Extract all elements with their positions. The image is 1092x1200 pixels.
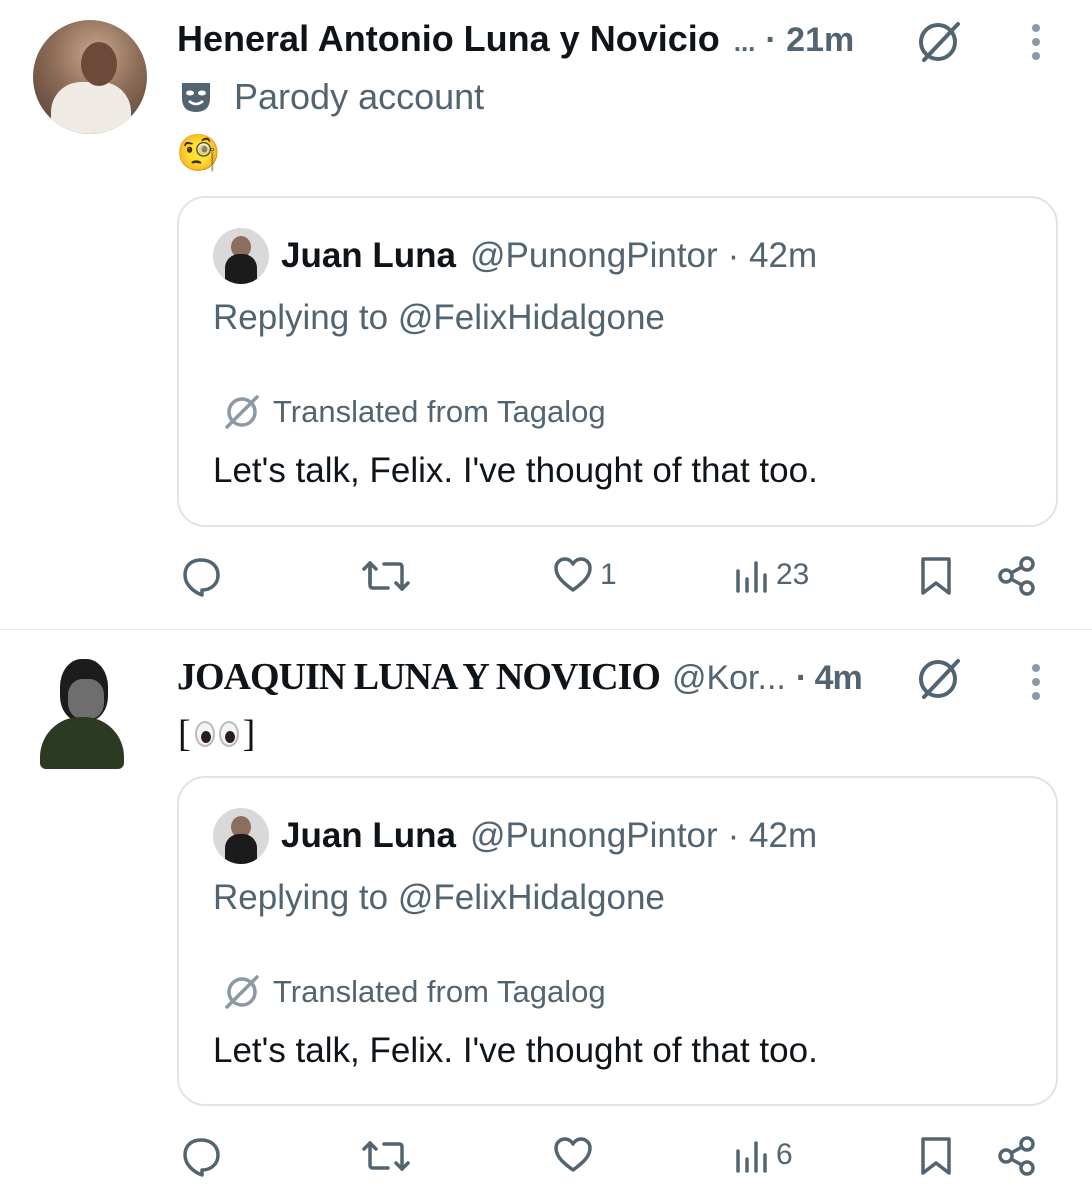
- quote-time: · 42m: [727, 816, 818, 855]
- retweet-icon: [362, 1141, 410, 1171]
- tweet-header: JOAQUIN LUNA Y NOVICIO @Kor... · 4m: [177, 655, 863, 699]
- views-icon: [736, 1141, 767, 1173]
- author-name[interactable]: JOAQUIN LUNA Y NOVICIO: [177, 655, 661, 699]
- quote-text: Let's talk, Felix. I've thought of that …: [213, 1031, 818, 1070]
- views-count: 6: [776, 1138, 793, 1171]
- translated-label[interactable]: Translated from Tagalog: [223, 974, 606, 1010]
- eyes-emoji: [194, 721, 239, 747]
- like-icon: [554, 1137, 592, 1172]
- reply-icon: [183, 1138, 220, 1177]
- replying-to[interactable]: Replying to @FelixHidalgone: [213, 878, 665, 918]
- like-button[interactable]: [552, 1135, 600, 1175]
- quote-avatar[interactable]: [213, 808, 269, 864]
- retweet-button[interactable]: [362, 1135, 410, 1177]
- author-handle[interactable]: @Kor...: [672, 659, 786, 698]
- tweet[interactable]: JOAQUIN LUNA Y NOVICIO @Kor... · 4m [ ] …: [0, 0, 1092, 1177]
- action-bar: 6: [0, 1135, 1092, 1185]
- quote-header: Juan Luna @PunongPintor · 42m: [281, 816, 817, 856]
- tweet-time[interactable]: · 4m: [796, 659, 863, 698]
- bookmark-icon: [921, 1137, 951, 1175]
- more-icon[interactable]: [1030, 662, 1040, 702]
- share-icon: [998, 1136, 1035, 1176]
- avatar[interactable]: [38, 655, 126, 773]
- bookmark-button[interactable]: [918, 1135, 954, 1177]
- views-button[interactable]: 6: [734, 1135, 793, 1175]
- translate-icon: [225, 975, 259, 1009]
- grok-icon[interactable]: [916, 657, 964, 701]
- reply-button[interactable]: [180, 1135, 222, 1177]
- quote-author-handle[interactable]: @PunongPintor: [470, 816, 718, 856]
- quote-author-name[interactable]: Juan Luna: [281, 816, 456, 856]
- divider: [0, 629, 1092, 630]
- quoted-tweet[interactable]: Juan Luna @PunongPintor · 42m Replying t…: [177, 776, 1058, 1106]
- share-button[interactable]: [996, 1135, 1038, 1177]
- tweet-text: [ ]: [178, 713, 256, 755]
